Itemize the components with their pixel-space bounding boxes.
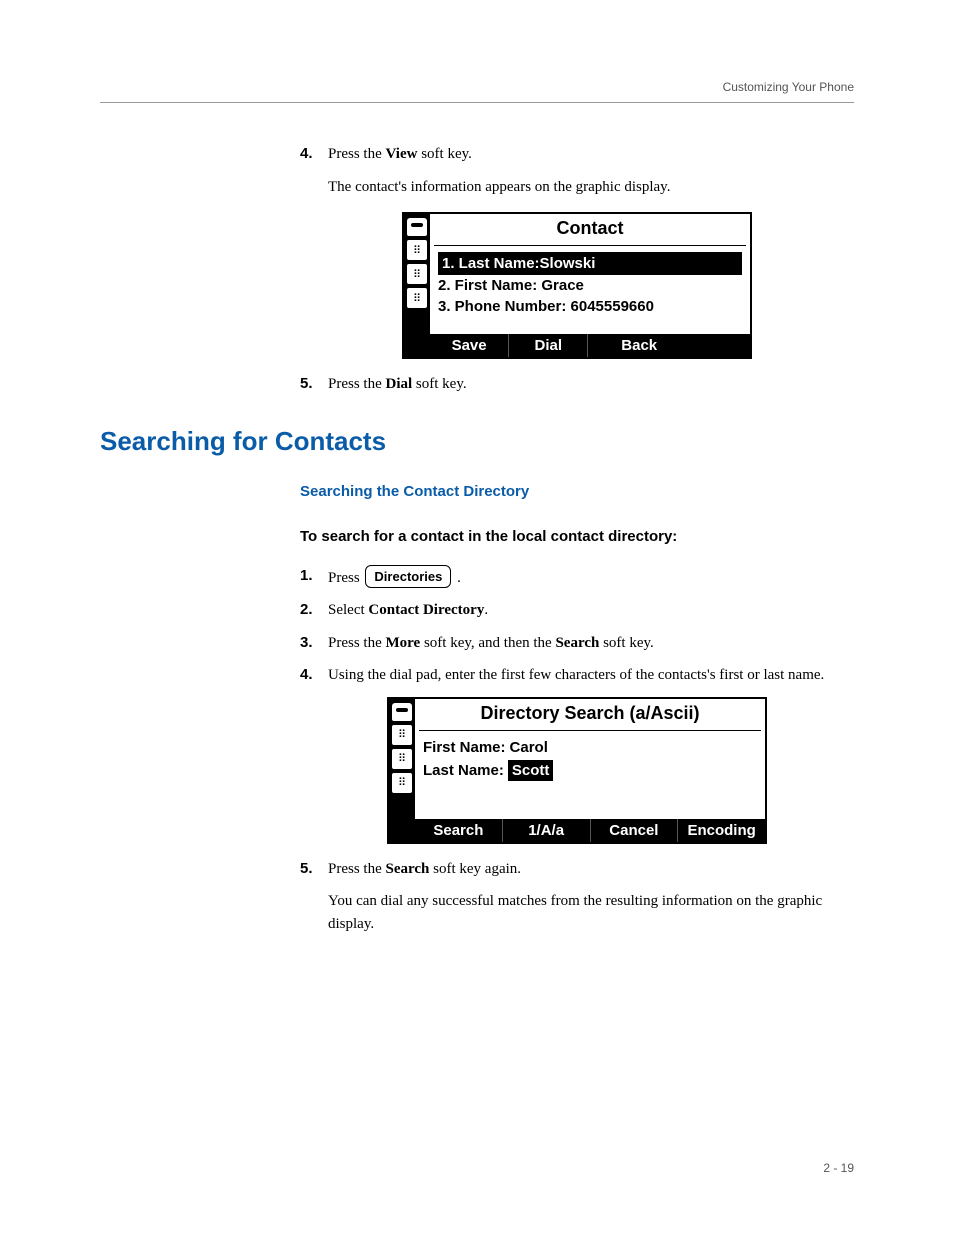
text: soft key.	[599, 635, 653, 651]
procedure-lead: To search for a contact in the local con…	[300, 528, 854, 545]
phone-main: Contact 1. Last Name:Slowski 2. First Na…	[430, 214, 750, 357]
text: soft key.	[412, 376, 466, 392]
step-a5: 5. Press the Dial soft key.	[300, 373, 854, 396]
first-name-row: First Name: Carol	[423, 737, 757, 758]
softkey-cancel[interactable]: Cancel	[591, 819, 679, 842]
step-number: 5.	[300, 373, 328, 396]
softkey-back[interactable]: Back	[588, 334, 690, 357]
text: Press the	[328, 146, 386, 162]
step-text: Press the View soft key.	[328, 143, 854, 166]
phone-screen-title: Directory Search (a/Ascii)	[419, 699, 761, 731]
section-heading: Searching for Contacts	[100, 426, 854, 457]
softkey-row: Save Dial Back	[430, 334, 750, 357]
step-b1: 1. Press Directories .	[300, 565, 854, 590]
softkey-encoding[interactable]: Encoding	[678, 819, 765, 842]
text: Select	[328, 602, 368, 618]
header-rule	[100, 102, 854, 103]
grid-icon: ⠿	[392, 749, 412, 769]
softkey-name: Search	[555, 635, 599, 651]
softkey-name: Search	[386, 861, 430, 877]
contact-line: 2. First Name: Grace	[438, 275, 742, 296]
step-follow: You can dial any successful matches from…	[328, 890, 854, 935]
section-body: Searching the Contact Directory To searc…	[300, 483, 854, 936]
step-text: Select Contact Directory.	[328, 599, 854, 622]
step-b2: 2. Select Contact Directory.	[300, 599, 854, 622]
softkey-save[interactable]: Save	[430, 334, 509, 357]
softkey-dial[interactable]: Dial	[509, 334, 588, 357]
grid-icon: ⠿	[407, 264, 427, 284]
first-name-value: Carol	[510, 737, 548, 758]
last-name-value: Scott	[508, 760, 554, 781]
phone-screen-content: First Name: Carol Last Name: Scott	[415, 731, 765, 819]
step-b4: 4. Using the dial pad, enter the first f…	[300, 664, 854, 687]
phone-screen-content: 1. Last Name:Slowski 2. First Name: Grac…	[430, 246, 750, 334]
step-number: 4.	[300, 143, 328, 166]
step-text: Using the dial pad, enter the first few …	[328, 664, 854, 687]
phone-screen-search: ⠿ ⠿ ⠿ Directory Search (a/Ascii) First N…	[387, 697, 767, 844]
step-text: Press the Dial soft key.	[328, 373, 854, 396]
phone-screen-contact: ⠿ ⠿ ⠿ Contact 1. Last Name:Slowski 2. Fi…	[402, 212, 752, 359]
text: soft key.	[417, 146, 471, 162]
step-a4: 4. Press the View soft key.	[300, 143, 854, 166]
phone-screen-title: Contact	[434, 214, 746, 246]
sub-heading: Searching the Contact Directory	[300, 483, 854, 500]
page-number: 2 - 19	[823, 1161, 854, 1175]
softkey-row: Search 1/A/a Cancel Encoding	[415, 819, 765, 842]
step-b5: 5. Press the Search soft key again.	[300, 858, 854, 881]
softkey-search[interactable]: Search	[415, 819, 503, 842]
text: .	[453, 570, 461, 586]
phone-sidebar: ⠿ ⠿ ⠿	[404, 214, 430, 357]
first-name-label: First Name:	[423, 737, 506, 758]
step-text: Press the More soft key, and then the Se…	[328, 632, 854, 655]
step-number: 5.	[300, 858, 328, 881]
phone-main: Directory Search (a/Ascii) First Name: C…	[415, 699, 765, 842]
handset-icon	[407, 218, 427, 236]
text: soft key, and then the	[420, 635, 555, 651]
contact-line: 3. Phone Number: 6045559660	[438, 296, 742, 317]
text: .	[484, 602, 488, 618]
last-name-row: Last Name: Scott	[423, 760, 757, 781]
softkey-name: Dial	[386, 376, 413, 392]
grid-icon: ⠿	[392, 773, 412, 793]
step-number: 3.	[300, 632, 328, 655]
softkey-mode[interactable]: 1/A/a	[503, 819, 591, 842]
step-text: Press the Search soft key again.	[328, 858, 854, 881]
text: Press the	[328, 861, 386, 877]
phone-screen-search-wrap: ⠿ ⠿ ⠿ Directory Search (a/Ascii) First N…	[300, 697, 854, 844]
phone-screen-contact-wrap: ⠿ ⠿ ⠿ Contact 1. Last Name:Slowski 2. Fi…	[300, 212, 854, 359]
text: Press	[328, 570, 363, 586]
handset-icon	[392, 703, 412, 721]
softkey-name: View	[386, 146, 418, 162]
step-text: Press Directories .	[328, 565, 854, 590]
phone-sidebar: ⠿ ⠿ ⠿	[389, 699, 415, 842]
step-number: 4.	[300, 664, 328, 687]
grid-icon: ⠿	[407, 240, 427, 260]
text: Press the	[328, 635, 386, 651]
step-number: 2.	[300, 599, 328, 622]
text: soft key again.	[429, 861, 521, 877]
contact-line-selected: 1. Last Name:Slowski	[438, 252, 742, 275]
step-follow: The contact's information appears on the…	[328, 176, 854, 199]
menu-name: Contact Directory	[368, 602, 484, 618]
body-content: 4. Press the View soft key. The contact'…	[300, 143, 854, 396]
chapter-header: Customizing Your Phone	[100, 80, 854, 94]
last-name-label: Last Name:	[423, 760, 504, 781]
step-number: 1.	[300, 565, 328, 590]
grid-icon: ⠿	[392, 725, 412, 745]
directories-key: Directories	[365, 565, 451, 589]
step-b3: 3. Press the More soft key, and then the…	[300, 632, 854, 655]
softkey-name: More	[386, 635, 421, 651]
text: Press the	[328, 376, 386, 392]
grid-icon: ⠿	[407, 288, 427, 308]
